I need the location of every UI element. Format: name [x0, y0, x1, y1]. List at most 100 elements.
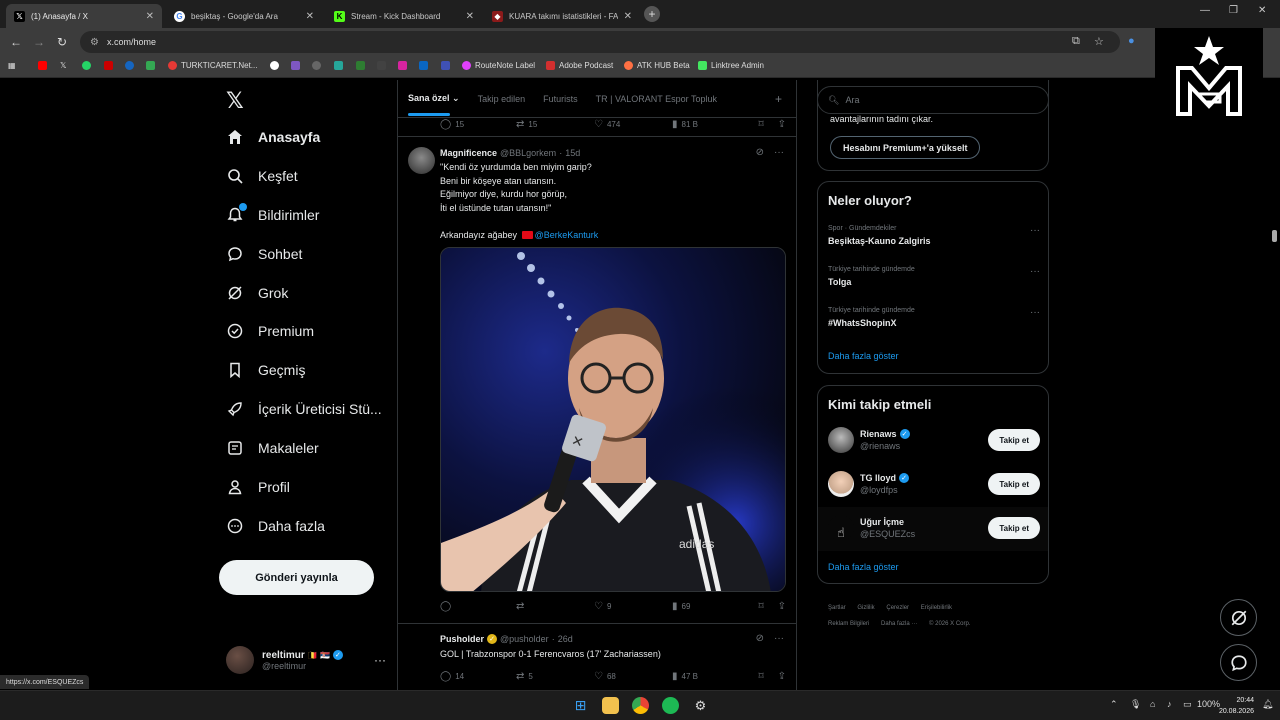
linkedin-icon[interactable]	[419, 61, 428, 70]
notification-bell-icon[interactable]: 🔔︎	[1262, 699, 1273, 710]
tab-following[interactable]: Takip edilen	[478, 94, 526, 104]
instagram-icon[interactable]	[398, 61, 407, 70]
maximize-icon[interactable]: ❐	[1229, 5, 1238, 16]
footer-link[interactable]: Reklam Bilgileri	[828, 621, 869, 627]
account-switcher[interactable]: reeltimur 🇧🇪 🇷🇸 ✓ @reeltimur ···	[226, 642, 386, 678]
nav-item-notifications[interactable]: Bildirimler	[226, 203, 319, 224]
avatar[interactable]	[408, 147, 435, 174]
more-dots-icon[interactable]: ···	[1030, 307, 1040, 318]
more-dots-icon[interactable]: ···	[1030, 266, 1040, 277]
trends-show-more-link[interactable]: Daha fazla göster	[828, 351, 899, 361]
views-button[interactable]: ▮ 47 B	[672, 671, 698, 682]
footer-link[interactable]: Erişilebilirlik	[921, 605, 952, 611]
more-dots-icon[interactable]: ···	[774, 633, 784, 644]
volume-icon[interactable]: ♪	[1167, 699, 1172, 709]
star-icon[interactable]: ☆	[1094, 35, 1104, 48]
search-input[interactable]	[845, 95, 1036, 105]
tweet-image[interactable]: adidas ✕	[440, 247, 786, 592]
tab-for-you[interactable]: Sana özel ⌄	[408, 93, 460, 116]
tab-valorant-community[interactable]: TR | VALORANT Espor Topluk	[596, 94, 717, 104]
views-button[interactable]: ▮ 81 B	[672, 119, 698, 130]
close-icon[interactable]: ✕	[624, 11, 632, 22]
nav-item-home[interactable]: Anasayfa	[226, 128, 320, 146]
bookmark-green-icon[interactable]	[356, 61, 365, 70]
footer-link[interactable]: Çerezler	[886, 605, 909, 611]
bookmark-dark-icon[interactable]	[377, 61, 386, 70]
youtube-icon[interactable]	[38, 61, 47, 70]
settings-gear-icon[interactable]: ⚙	[692, 697, 709, 714]
trend-item[interactable]: Spor · Gündemdekiler Beşiktaş-Kauno Zalg…	[828, 225, 1040, 246]
share-icon[interactable]: ⇪	[778, 119, 786, 130]
share-icon[interactable]: ⇪	[778, 671, 786, 682]
reply-button[interactable]: ◯ 15	[440, 119, 516, 130]
follow-suggestion[interactable]: ☝ Uğur İçme @ESQUEZcs Takip et	[828, 513, 1040, 543]
tab-futurists[interactable]: Futurists	[543, 94, 578, 104]
footer-link[interactable]: Şartlar	[828, 605, 846, 611]
repost-button[interactable]: ⇄	[516, 601, 594, 612]
more-dots-icon[interactable]: ···	[1030, 225, 1040, 236]
bookmark-turkticaret[interactable]: TURKTICARET.Net...	[168, 61, 257, 70]
add-tab-icon[interactable]: +	[775, 92, 782, 106]
bookmark-routenote[interactable]: RouteNote Label	[462, 61, 535, 70]
footer-link[interactable]: Daha fazla ···	[881, 621, 917, 627]
extension-icon[interactable]: ●	[1128, 35, 1135, 47]
microphone-icon[interactable]: 🎙︎	[1130, 699, 1141, 710]
nav-item-creator-studio[interactable]: İçerik Üreticisi Stü...	[226, 400, 382, 418]
file-explorer-icon[interactable]	[602, 697, 619, 714]
tweet-handle[interactable]: @pusholder	[500, 634, 549, 644]
new-tab-button[interactable]: +	[644, 6, 660, 22]
more-dots-icon[interactable]: ···	[374, 653, 386, 667]
x-home-logo[interactable]: 𝕏	[226, 88, 244, 114]
bookmark-icon[interactable]: ⌑	[758, 601, 763, 612]
spotify-icon[interactable]	[662, 697, 679, 714]
chevron-up-icon[interactable]: ⌃	[1110, 699, 1118, 710]
windows-start-icon[interactable]: ⊞	[572, 697, 589, 714]
close-icon[interactable]: ✕	[306, 11, 314, 22]
clock[interactable]: 20:44 20.08.2026	[1219, 695, 1254, 717]
chrome-icon[interactable]	[632, 697, 649, 714]
repost-button[interactable]: ⇄ 15	[516, 119, 594, 130]
bookmark-atk-hub[interactable]: ATK HUB Beta	[624, 61, 690, 70]
bookmark-blue-icon[interactable]	[125, 61, 134, 70]
grok-fab-button[interactable]	[1220, 599, 1257, 636]
battery-icon[interactable]: ▭	[1183, 699, 1192, 710]
site-info-icon[interactable]: ⚙	[90, 37, 99, 48]
trend-item[interactable]: Türkiye tarihinde gündemde Tolga ···	[828, 266, 1040, 287]
views-button[interactable]: ▮ 69	[672, 601, 690, 612]
nav-item-grok[interactable]: Grok	[226, 284, 288, 302]
like-button[interactable]: ♡ 9	[594, 601, 672, 612]
follow-suggestion[interactable]: Rienaws ✓ @rienaws Takip et	[828, 425, 1040, 455]
bookmark-linktree[interactable]: Linktree Admin	[698, 61, 764, 70]
nav-item-chat[interactable]: Sohbet	[226, 245, 302, 263]
bookmark-icon[interactable]: ⌑	[758, 119, 763, 130]
follow-suggestion[interactable]: TG lloyd ✓ @loydfps Takip et	[828, 469, 1040, 499]
nav-item-bookmarks[interactable]: Geçmiş	[226, 361, 305, 379]
close-icon[interactable]: ✕	[146, 11, 154, 22]
follow-show-more-link[interactable]: Daha fazla göster	[828, 562, 899, 572]
nav-item-premium[interactable]: Premium	[226, 322, 314, 340]
page-scrollbar[interactable]	[1268, 80, 1280, 690]
like-button[interactable]: ♡ 68	[594, 671, 672, 682]
follow-button[interactable]: Takip et	[988, 429, 1040, 451]
tweet-display-name[interactable]: Pusholder	[440, 634, 484, 644]
forward-icon[interactable]: →	[33, 35, 45, 49]
grok-icon[interactable]: ⊘	[756, 633, 764, 644]
like-button[interactable]: ♡ 474	[594, 119, 672, 130]
bookmark-gray-icon[interactable]	[312, 61, 321, 70]
bookmark-adobe-podcast[interactable]: Adobe Podcast	[546, 61, 613, 70]
forms-icon[interactable]	[291, 61, 300, 70]
tweet-mention-link[interactable]: @BerkeKanturk	[535, 230, 599, 240]
share-icon[interactable]: ⇪	[778, 601, 786, 612]
close-window-icon[interactable]: ✕	[1258, 5, 1266, 16]
tab-kick[interactable]: K Stream - Kick Dashboard ✕	[326, 4, 482, 28]
nav-item-articles[interactable]: Makaleler	[226, 439, 319, 457]
bookmark-icon[interactable]: ⌑	[758, 671, 763, 682]
drive-icon[interactable]	[146, 61, 155, 70]
reload-icon[interactable]: ↻	[57, 35, 67, 49]
tweet-display-name[interactable]: Magnificence	[440, 148, 497, 158]
tab-x-home[interactable]: 𝕏 (1) Anasayfa / X ✕	[6, 4, 162, 28]
nav-item-more[interactable]: Daha fazla	[226, 517, 325, 535]
minimize-icon[interactable]: —	[1200, 5, 1210, 16]
more-dots-icon[interactable]: ···	[774, 147, 784, 158]
search-box[interactable]: 🔍︎	[817, 86, 1049, 114]
